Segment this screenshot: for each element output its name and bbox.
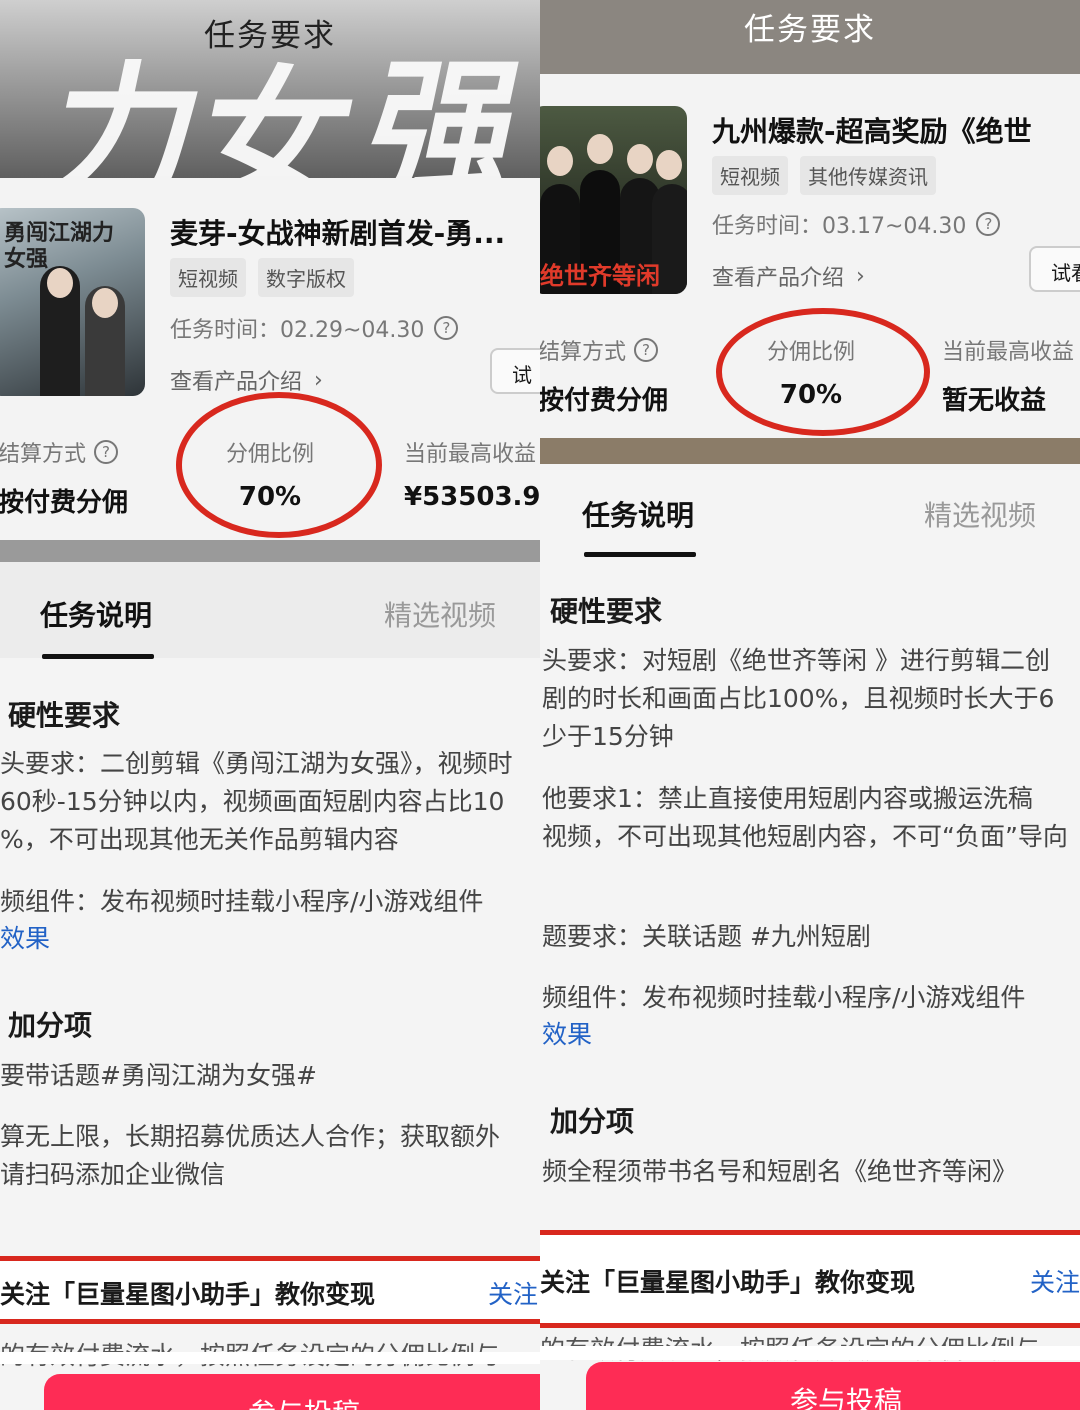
section-divider bbox=[540, 438, 1080, 464]
banner-calligraphy: 力 女 强 bbox=[0, 40, 540, 180]
poster-face bbox=[47, 268, 73, 298]
tag: 其他传媒资讯 bbox=[800, 156, 936, 195]
tab-bar: 任务说明 精选视频 bbox=[0, 562, 540, 659]
poster-face bbox=[547, 146, 573, 176]
stat-label: 当前最高收益 bbox=[404, 442, 537, 467]
follow-banner: 关注「巨量星图小助手」教你变现 关注 bbox=[0, 1256, 540, 1324]
tab-underline bbox=[584, 552, 696, 557]
requirement-line: 剧的时长和画面占比100%，且视频时长大于6 bbox=[542, 684, 1055, 713]
section-title: 硬性要求 bbox=[8, 699, 121, 732]
product-intro-link[interactable]: 查看产品介绍 › bbox=[170, 364, 323, 396]
poster-title: 勇闯江湖力女强 bbox=[4, 220, 115, 272]
requirement-line: 他要求1：禁止直接使用短剧内容或搬运洗稿 bbox=[542, 784, 1033, 813]
stat-value: ¥53503.91 bbox=[404, 482, 540, 512]
task-time: 任务时间：02.29~04.30 ? bbox=[170, 312, 459, 344]
drama-poster: 绝世齐等闲 bbox=[540, 106, 687, 294]
stat-value: 按付费分佣 bbox=[540, 386, 669, 416]
follow-text: 关注「巨量星图小助手」教你变现 bbox=[0, 1280, 376, 1309]
header: 任务要求 bbox=[540, 0, 1080, 49]
poster-title: 绝世齐等闲 bbox=[540, 261, 660, 290]
poster-face bbox=[92, 288, 118, 318]
chevron-right-icon: › bbox=[856, 263, 865, 289]
section-title: 硬性要求 bbox=[550, 595, 663, 628]
banner-char: 强 bbox=[351, 42, 539, 180]
highlight-circle bbox=[176, 392, 382, 538]
section-title: 加分项 bbox=[8, 1009, 93, 1042]
bonus-line: 频全程须带书名号和短剧名《绝世齐等闲》 bbox=[542, 1157, 1018, 1186]
help-icon[interactable]: ? bbox=[634, 338, 659, 362]
footer-mask bbox=[0, 1352, 540, 1364]
page-title: 任务要求 bbox=[744, 12, 876, 48]
tag-list: 短视频 其他传媒资讯 bbox=[712, 156, 936, 195]
section-title: 加分项 bbox=[550, 1105, 635, 1138]
banner-char: 女 bbox=[181, 52, 369, 180]
drama-poster: 勇闯江湖力女强 bbox=[0, 208, 145, 396]
follow-banner: 关注「巨量星图小助手」教你变现 关注 bbox=[540, 1230, 1080, 1328]
follow-text: 关注「巨量星图小助手」教你变现 bbox=[540, 1268, 916, 1297]
max-income-stat: 当前最高收益 暂无收益 bbox=[942, 334, 1074, 417]
submit-button[interactable]: 参与投稿 bbox=[44, 1374, 540, 1410]
tab-bar: 任务说明 精选视频 bbox=[540, 464, 1080, 560]
tag-list: 短视频 数字版权 bbox=[170, 258, 354, 297]
tab-featured-videos[interactable]: 精选视频 bbox=[384, 594, 496, 634]
requirement-line: 视频，不可出现其他短剧内容，不可“负面”导向 bbox=[542, 822, 1068, 851]
component-link[interactable]: 效果 bbox=[542, 1016, 592, 1054]
submit-button[interactable]: 参与投稿 bbox=[586, 1362, 1080, 1410]
try-button[interactable]: 试 bbox=[490, 348, 540, 394]
tag: 短视频 bbox=[712, 156, 788, 195]
task-title: 九州爆款-超高奖励《绝世 bbox=[712, 115, 1032, 148]
stat-label: 当前最高收益 bbox=[942, 340, 1075, 365]
help-icon[interactable]: ? bbox=[94, 440, 119, 464]
topic-line: 题要求：关联话题 #九州短剧 bbox=[542, 922, 871, 951]
tab-task-description[interactable]: 任务说明 bbox=[40, 594, 152, 634]
requirement-line: 头要求：二创剪辑《勇闯江湖为女强》，视频时 bbox=[0, 749, 513, 778]
header: 任务要求 bbox=[0, 0, 540, 55]
component-link[interactable]: 效果 bbox=[0, 920, 50, 958]
right-screenshot: 任务要求 绝世齐等闲 九州爆款-超高奖励《绝世 短视频 其他传媒资讯 任务时间：… bbox=[540, 0, 1080, 1410]
chevron-right-icon: › bbox=[314, 367, 323, 393]
task-time-text: 任务时间：03.17~04.30 bbox=[712, 214, 967, 239]
task-time-text: 任务时间：02.29~04.30 bbox=[170, 318, 425, 343]
tab-task-description[interactable]: 任务说明 bbox=[582, 494, 694, 534]
stat-value: 暂无收益 bbox=[942, 386, 1047, 416]
settlement-stat: 结算方式? 按付费分佣 bbox=[540, 334, 668, 417]
requirement-line: 头要求：对短剧《绝世齐等闲 》进行剪辑二创 bbox=[542, 646, 1050, 675]
left-screenshot: 力 女 强 任务要求 勇闯江湖力女强 麦芽-女战神新剧首发-勇... 短视频 数… bbox=[0, 0, 540, 1410]
banner-char: 力 bbox=[31, 47, 219, 180]
footer-mask bbox=[540, 1346, 1080, 1360]
requirement-line: %，不可出现其他无关作品剪辑内容 bbox=[0, 825, 399, 854]
settlement-stat: 结算方式? 按付费分佣 bbox=[0, 436, 128, 519]
follow-button[interactable]: 关注 bbox=[1030, 1263, 1080, 1299]
bonus-line: 请扫码添加企业微信 bbox=[0, 1160, 226, 1189]
poster-face bbox=[587, 134, 613, 164]
product-intro-link[interactable]: 查看产品介绍 › bbox=[712, 260, 865, 292]
tag: 短视频 bbox=[170, 258, 246, 297]
bonus-line: 要带话题#勇闯江湖为女强# bbox=[0, 1061, 317, 1090]
section-divider bbox=[0, 540, 540, 562]
bonus-line: 算无上限，长期招募优质达人合作；获取额外 bbox=[0, 1122, 501, 1151]
max-income-stat: 当前最高收益 ¥53503.91 bbox=[404, 436, 540, 512]
task-title: 麦芽-女战神新剧首发-勇... bbox=[170, 217, 506, 250]
tag: 数字版权 bbox=[258, 258, 354, 297]
component-line: 频组件：发布视频时挂载小程序/小游戏组件 bbox=[542, 983, 1026, 1012]
highlight-circle bbox=[716, 308, 930, 436]
tab-underline bbox=[42, 654, 154, 659]
component-line: 频组件：发布视频时挂载小程序/小游戏组件 bbox=[0, 887, 484, 916]
help-icon[interactable]: ? bbox=[976, 212, 1001, 236]
page-title: 任务要求 bbox=[204, 18, 336, 54]
stat-label: 结算方式 bbox=[540, 340, 627, 365]
try-button[interactable]: 试看 bbox=[1029, 246, 1080, 292]
poster-face bbox=[656, 150, 682, 180]
poster-face bbox=[627, 144, 653, 174]
requirement-line: 60秒-15分钟以内，视频画面短剧内容占比10 bbox=[0, 787, 505, 816]
stat-label: 结算方式 bbox=[0, 442, 87, 467]
requirement-line: 少于15分钟 bbox=[542, 722, 674, 751]
stat-value: 按付费分佣 bbox=[0, 488, 129, 518]
product-intro-label: 查看产品介绍 bbox=[712, 266, 845, 291]
help-icon[interactable]: ? bbox=[434, 316, 459, 340]
tab-featured-videos[interactable]: 精选视频 bbox=[924, 494, 1036, 534]
task-time: 任务时间：03.17~04.30 ? bbox=[712, 208, 1001, 240]
follow-button[interactable]: 关注 bbox=[488, 1275, 538, 1311]
